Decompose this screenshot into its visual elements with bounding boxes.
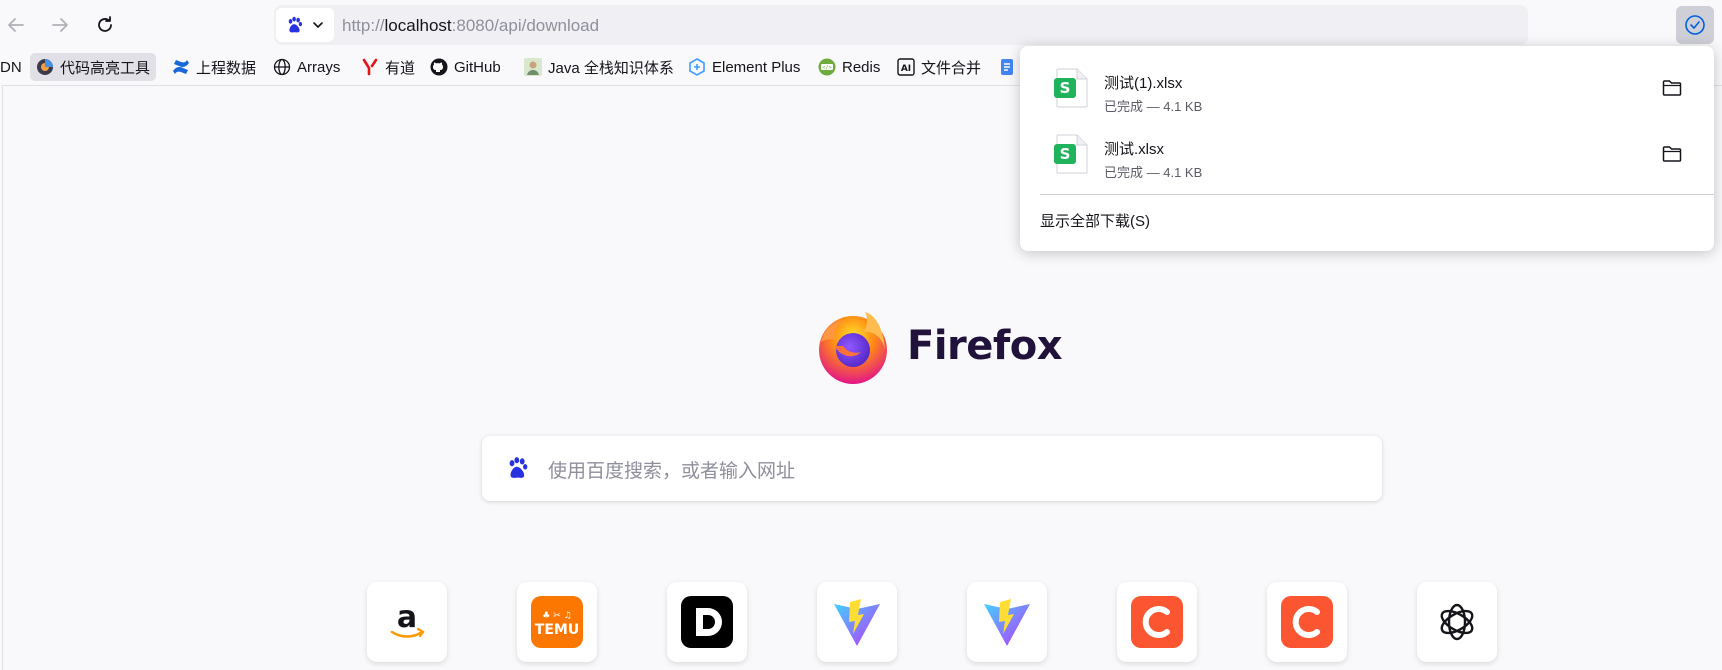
- url-host: localhost: [384, 16, 452, 35]
- bookmark-confluence[interactable]: 上程数据: [166, 53, 262, 81]
- shortcut-csdn-2[interactable]: [1267, 582, 1347, 662]
- bookmark-label: Element Plus: [712, 58, 801, 76]
- bookmark-label: 文件合并: [921, 59, 982, 77]
- bookmark-java[interactable]: Java 全栈知识体系: [518, 53, 680, 81]
- shortcut-amazon[interactable]: a: [367, 582, 447, 662]
- url-text[interactable]: http://localhost:8080/api/download: [342, 16, 599, 36]
- vite-icon: [834, 599, 880, 646]
- new-tab-search-box[interactable]: 使用百度搜索，或者输入网址: [482, 436, 1382, 501]
- java-avatar-icon: [524, 58, 542, 76]
- youdao-icon: [361, 58, 379, 76]
- temu-icon: ♣ ✂ ♫ TEMU: [531, 596, 583, 648]
- bookmark-label: Java 全栈知识体系: [548, 59, 674, 77]
- show-in-folder-button[interactable]: [1660, 76, 1684, 100]
- csdn-c-icon: [1131, 596, 1183, 648]
- reload-button[interactable]: [91, 11, 119, 39]
- bookmark-label: DN: [0, 58, 22, 76]
- download-filename: 测试.xlsx: [1104, 141, 1165, 158]
- shortcut-dogfood[interactable]: [667, 582, 747, 662]
- firefox-logo: Firefox: [813, 306, 1063, 386]
- download-status: 已完成 — 4.1 KB: [1104, 165, 1203, 180]
- bookmark-file-merge[interactable]: AI 文件合并: [891, 53, 987, 81]
- bookmark-arrays[interactable]: Arrays: [267, 53, 346, 81]
- address-bar[interactable]: http://localhost:8080/api/download: [274, 5, 1528, 45]
- bookmark-github[interactable]: GitHub: [424, 53, 507, 81]
- shortcut-vite-1[interactable]: [817, 582, 897, 662]
- download-filename: 测试(1).xlsx: [1104, 75, 1183, 92]
- globe-icon: [273, 58, 291, 76]
- svg-text:</>: </>: [822, 65, 831, 71]
- firefox-wordmark: Firefox: [907, 323, 1063, 369]
- svg-text:TEMU: TEMU: [535, 622, 579, 638]
- spreadsheet-file-icon: S: [1054, 134, 1088, 174]
- shortcut-csdn-1[interactable]: [1117, 582, 1197, 662]
- svg-text:♣ ✂ ♫: ♣ ✂ ♫: [542, 611, 571, 621]
- navigation-toolbar: http://localhost:8080/api/download: [0, 0, 1722, 50]
- download-item[interactable]: S 测试.xlsx 已完成 — 4.1 KB: [1036, 120, 1698, 186]
- github-icon: [430, 58, 448, 76]
- forward-arrow-icon: [52, 18, 68, 32]
- bookmark-label: 有道: [385, 59, 416, 77]
- baidu-paw-icon: [288, 16, 303, 33]
- dogfood-d-icon: [681, 596, 733, 648]
- baidu-search-icon: [509, 457, 528, 478]
- shortcut-temu[interactable]: ♣ ✂ ♫ TEMU: [517, 582, 597, 662]
- downloads-button[interactable]: [1676, 6, 1714, 44]
- folder-icon: [1662, 146, 1682, 162]
- element-plus-icon: [688, 58, 706, 76]
- bookmark-label: Arrays: [297, 58, 341, 76]
- bookmark-highlight-tool[interactable]: 代码高亮工具: [30, 53, 157, 81]
- svg-text:AI: AI: [901, 64, 911, 74]
- show-in-folder-button[interactable]: [1660, 142, 1684, 166]
- vite-icon: [984, 599, 1030, 646]
- bookmark-redis[interactable]: </> Redis: [812, 53, 886, 81]
- csdn-c-icon: [1281, 596, 1333, 648]
- confluence-icon: [172, 58, 190, 76]
- amazon-icon: a: [390, 600, 425, 638]
- reload-icon: [98, 16, 112, 32]
- forward-button[interactable]: [46, 11, 74, 39]
- folder-icon: [1662, 80, 1682, 96]
- firefox-logo-icon: [819, 312, 887, 384]
- download-status: 已完成 — 4.1 KB: [1104, 99, 1203, 114]
- bookmark-docs[interactable]: [992, 53, 1022, 81]
- ai-icon: AI: [897, 58, 915, 76]
- spreadsheet-file-icon: S: [1054, 68, 1088, 108]
- bookmark-label: 代码高亮工具: [60, 59, 151, 77]
- back-arrow-icon: [8, 18, 24, 32]
- download-complete-icon: [1685, 15, 1705, 35]
- redis-icon: </>: [818, 58, 836, 76]
- bookmark-label: 上程数据: [196, 59, 257, 77]
- search-engine-selector[interactable]: [276, 8, 334, 42]
- bookmark-element-plus[interactable]: Element Plus: [682, 53, 806, 81]
- download-item[interactable]: S 测试(1).xlsx 已完成 — 4.1 KB: [1036, 54, 1698, 120]
- bookmark-label: GitHub: [454, 58, 501, 76]
- downloads-panel: S 测试(1).xlsx 已完成 — 4.1 KB S 测试.xlsx 已完成 …: [1020, 46, 1714, 251]
- svg-text:a: a: [397, 600, 417, 635]
- bookmark-dn[interactable]: DN: [0, 53, 28, 81]
- bookmark-youdao[interactable]: 有道: [355, 53, 421, 81]
- openai-icon: [1440, 603, 1474, 641]
- show-all-downloads-button[interactable]: 显示全部下载(S): [1040, 210, 1150, 231]
- back-button[interactable]: [2, 11, 30, 39]
- bookmark-label: Redis: [842, 58, 881, 76]
- downloads-separator: [1040, 194, 1714, 195]
- shortcut-openai[interactable]: [1417, 582, 1497, 662]
- highlight-tool-icon: [36, 58, 54, 76]
- docs-icon: [998, 58, 1016, 76]
- chevron-down-icon: [313, 22, 323, 28]
- svg-text:S: S: [1060, 79, 1071, 97]
- svg-text:S: S: [1060, 145, 1071, 163]
- shortcut-vite-2[interactable]: [967, 582, 1047, 662]
- search-placeholder: 使用百度搜索，或者输入网址: [548, 461, 796, 482]
